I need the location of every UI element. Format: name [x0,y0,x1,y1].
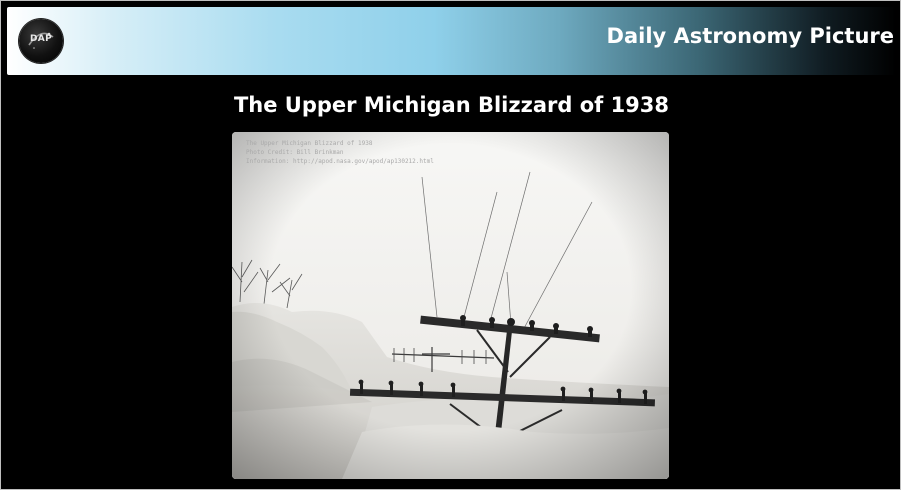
site-header: DAP Daily Astronomy Picture [7,7,896,75]
photo-of-snow-buried-utility-poles-icon [232,132,669,479]
caption-line: The Upper Michigan Blizzard of 1938 [246,140,373,147]
astronomy-picture[interactable]: The Upper Michigan Blizzard of 1938 Phot… [232,132,669,479]
site-logo[interactable]: DAP [19,19,63,63]
app-window: DAP Daily Astronomy Picture The Upper Mi… [0,0,901,490]
site-title[interactable]: Daily Astronomy Picture [607,24,894,48]
caption-line: Photo Credit: Bill Brinkman [246,149,344,156]
caption-line: Information: http://apod.nasa.gov/apod/a… [246,158,434,165]
logo-text: DAP [30,34,52,44]
page-title: The Upper Michigan Blizzard of 1938 [233,93,670,117]
photo-credit-text: The Upper Michigan Blizzard of 1938 Phot… [246,139,434,166]
